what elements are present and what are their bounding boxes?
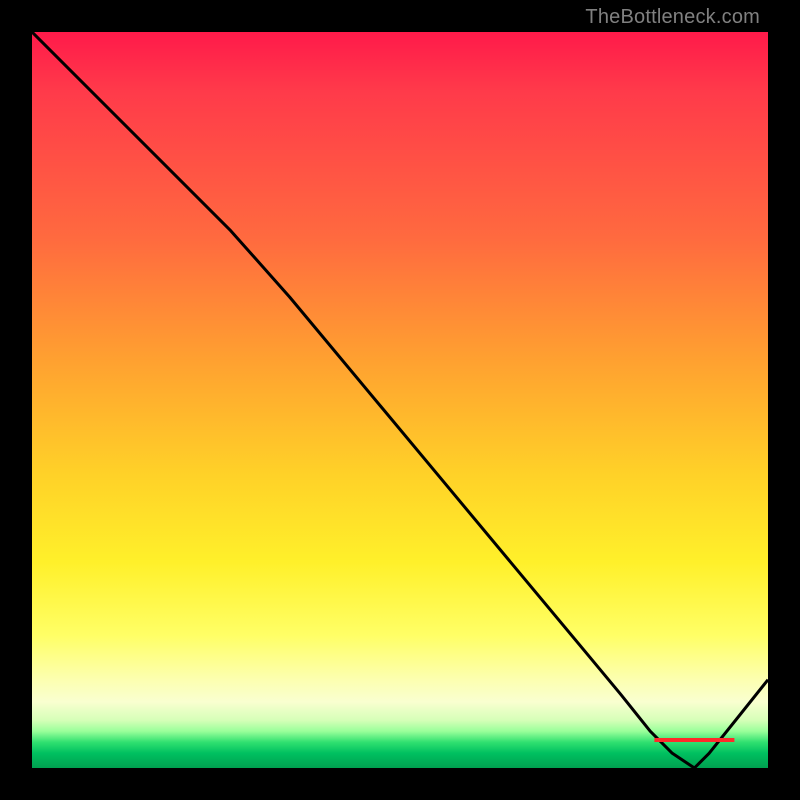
chart-frame: TheBottleneck.com <box>0 0 800 800</box>
watermark-text: TheBottleneck.com <box>585 6 760 29</box>
curve-path <box>32 32 768 768</box>
line-overlay <box>32 32 768 768</box>
